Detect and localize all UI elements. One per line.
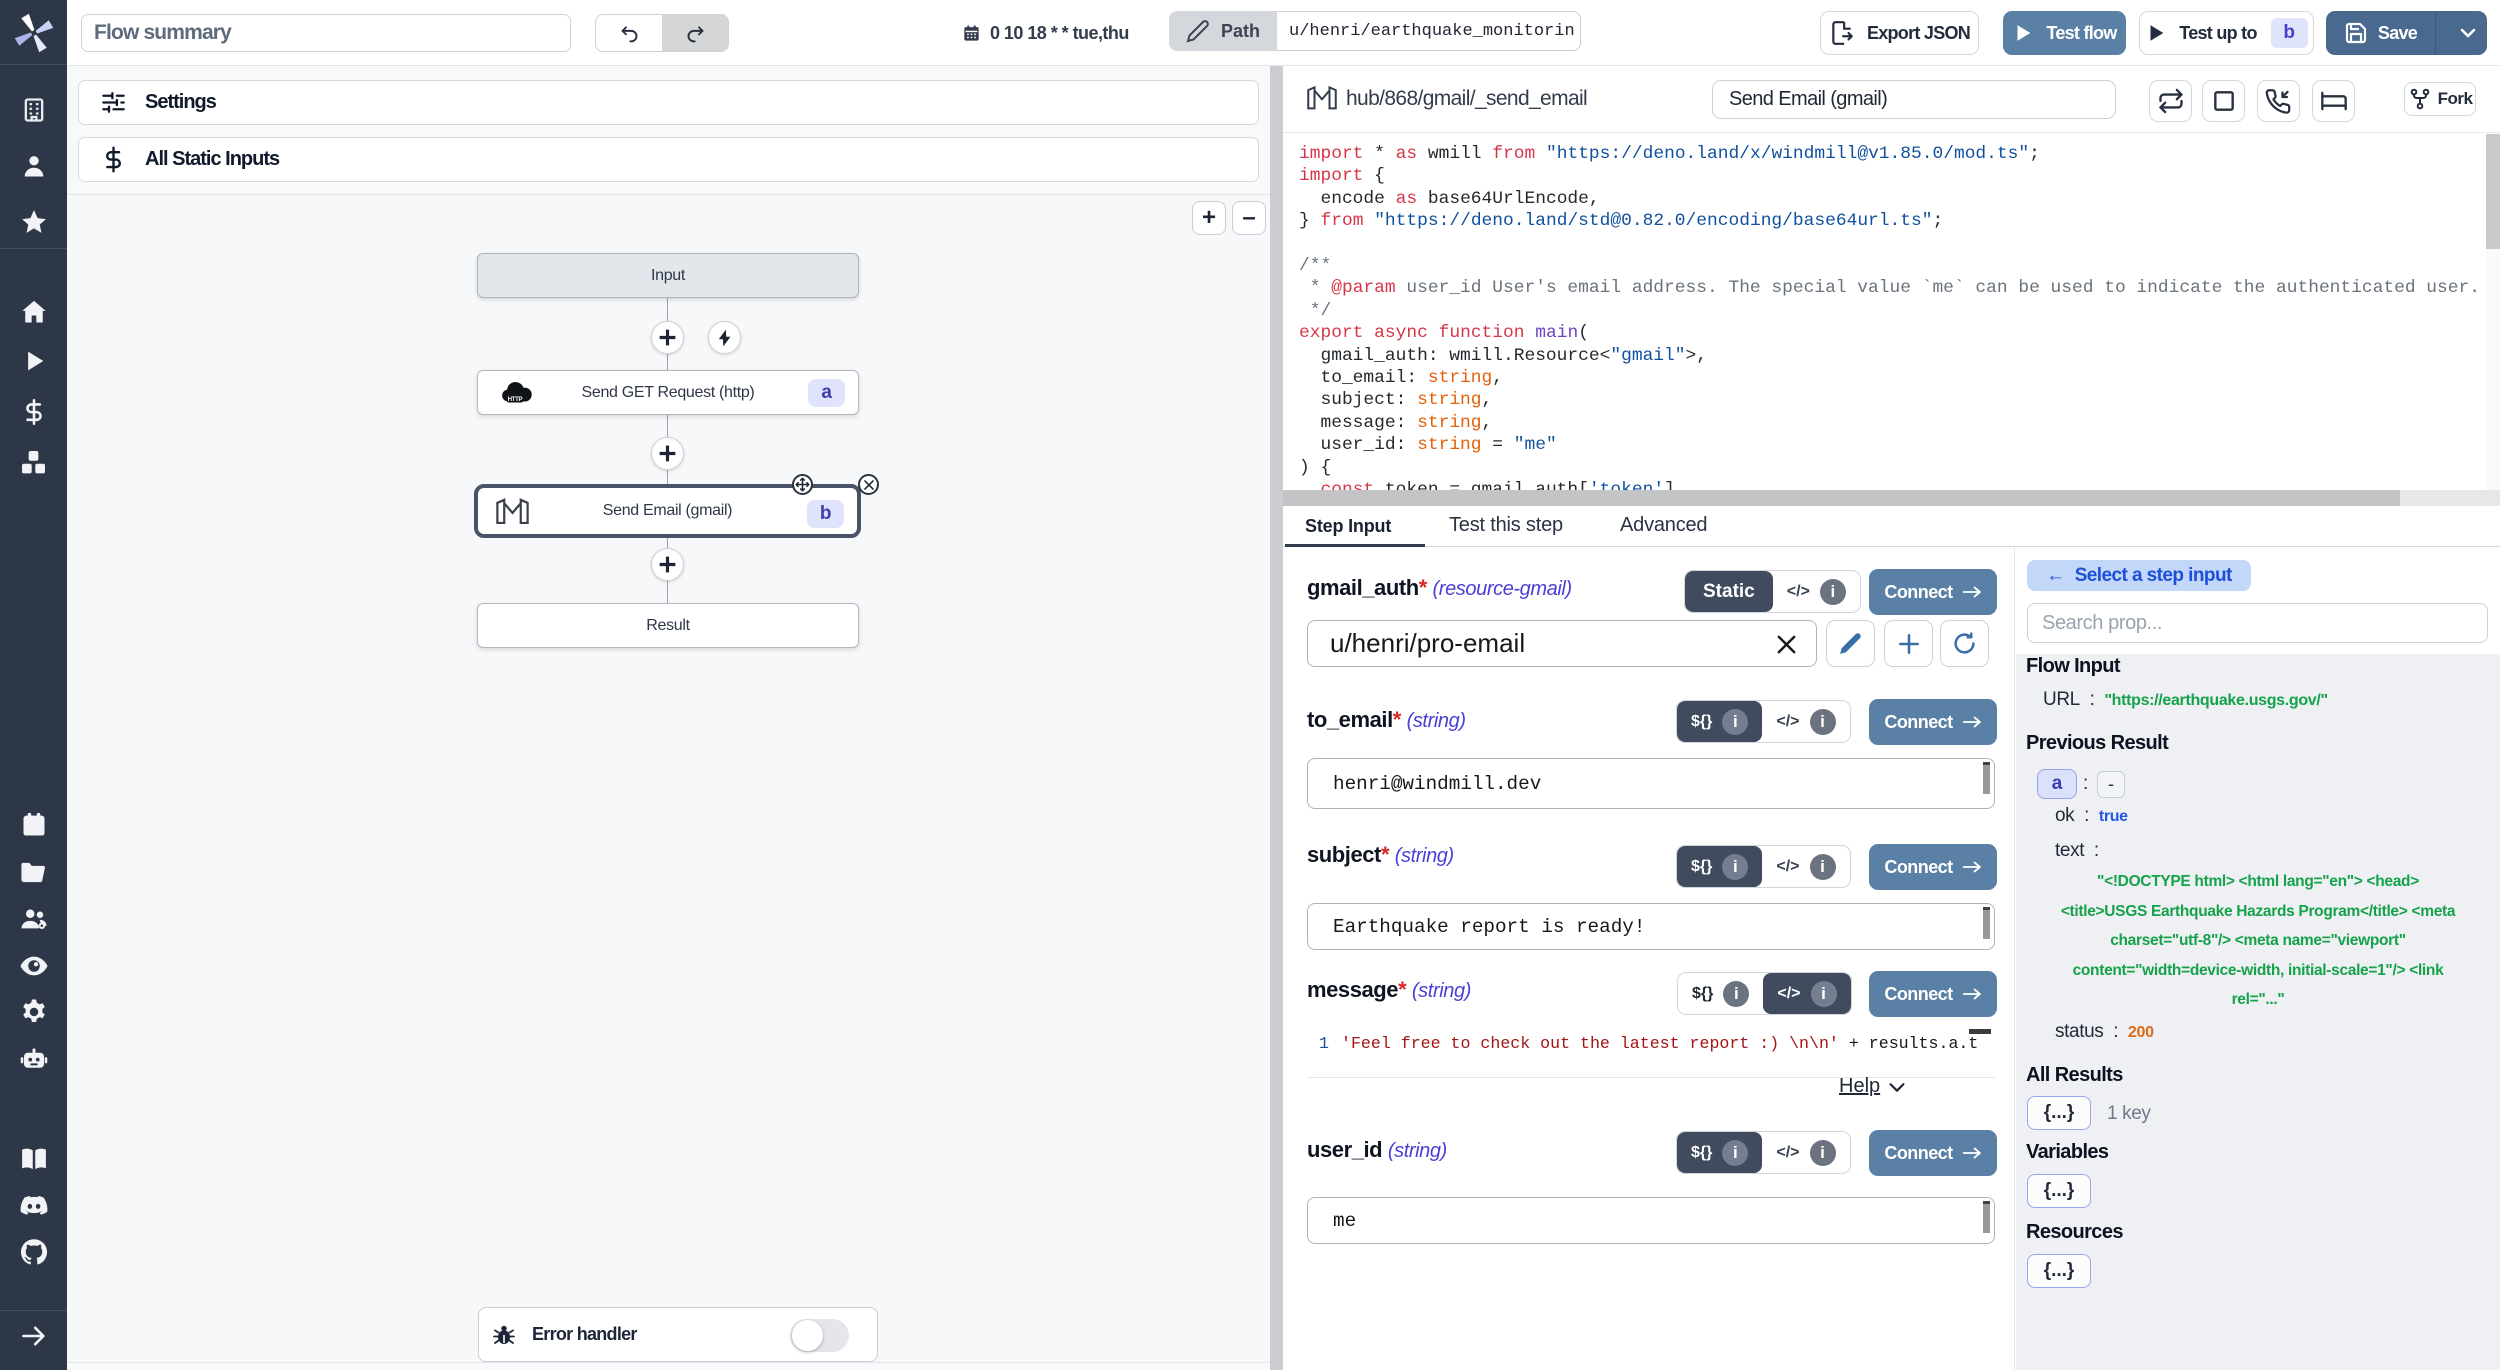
svg-text:HTTP: HTTP: [508, 397, 523, 403]
